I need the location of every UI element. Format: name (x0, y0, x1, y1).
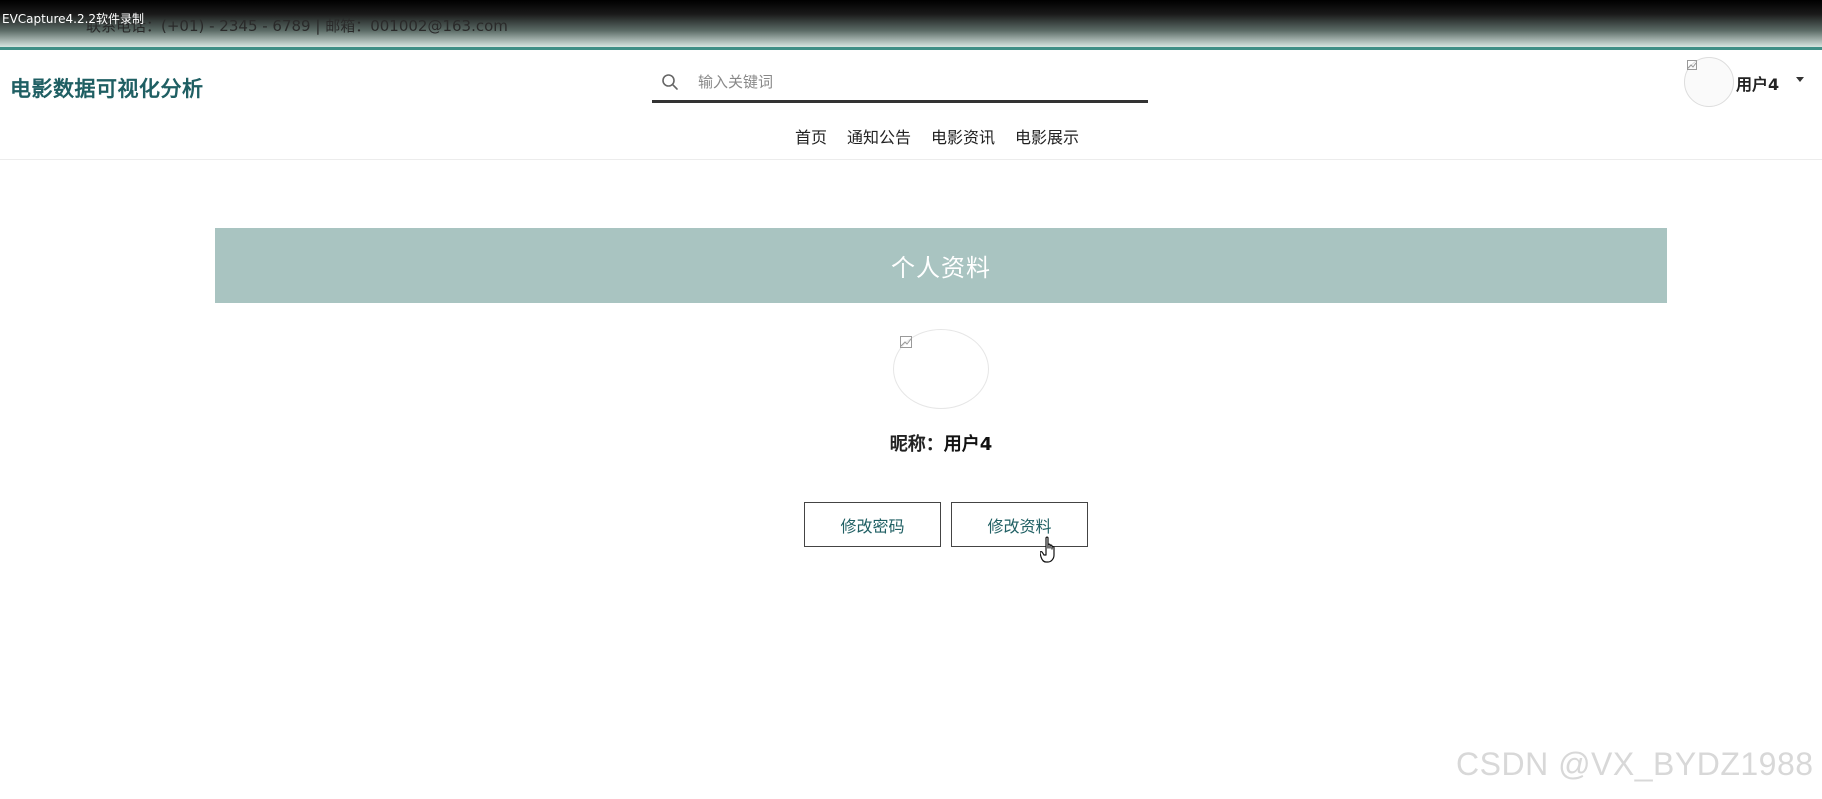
search-bar (652, 63, 1148, 103)
user-menu[interactable]: 用户4 (1684, 57, 1814, 107)
profile-panel-header: 个人资料 (215, 228, 1667, 303)
nav-item-movie-showcase[interactable]: 电影展示 (1005, 123, 1089, 153)
nickname-label: 昵称： (889, 434, 944, 455)
recorder-label: EVCapture4.2.2软件录制 (2, 12, 145, 26)
search-icon[interactable] (661, 73, 679, 91)
user-name[interactable]: 用户4 (1736, 71, 1779, 95)
contact-info: 联系电话：(+01) - 2345 - 6789 | 邮箱：001002@163… (86, 17, 508, 35)
broken-image-icon (900, 336, 912, 348)
profile-avatar (893, 329, 989, 409)
nav-item-home[interactable]: 首页 (790, 123, 837, 153)
site-title[interactable]: 电影数据可视化分析 (10, 73, 204, 103)
change-password-button[interactable]: 修改密码 (804, 502, 941, 547)
user-avatar[interactable] (1684, 57, 1734, 107)
caret-down-icon[interactable] (1796, 77, 1804, 82)
top-contact-bar: 联系电话：(+01) - 2345 - 6789 | 邮箱：001002@163… (0, 0, 1822, 50)
nav-item-movie-news[interactable]: 电影资讯 (921, 123, 1005, 153)
main-nav: 首页 通知公告 电影资讯 电影展示 (790, 123, 1089, 153)
hand-cursor-icon (1040, 536, 1055, 563)
nickname-line: 昵称：用户4 (0, 430, 1822, 456)
page-title: 个人资料 (891, 254, 991, 282)
search-input[interactable] (696, 67, 1136, 97)
site-header: 电影数据可视化分析 用户4 首页 通知公告 电影资讯 电影展示 (0, 53, 1822, 160)
nav-item-notices[interactable]: 通知公告 (837, 123, 921, 153)
nickname-value: 用户4 (943, 434, 993, 455)
edit-profile-button[interactable]: 修改资料 (951, 502, 1088, 547)
watermark: CSDN @VX_BYDZ1988 (1456, 746, 1814, 782)
broken-image-icon (1687, 60, 1697, 70)
